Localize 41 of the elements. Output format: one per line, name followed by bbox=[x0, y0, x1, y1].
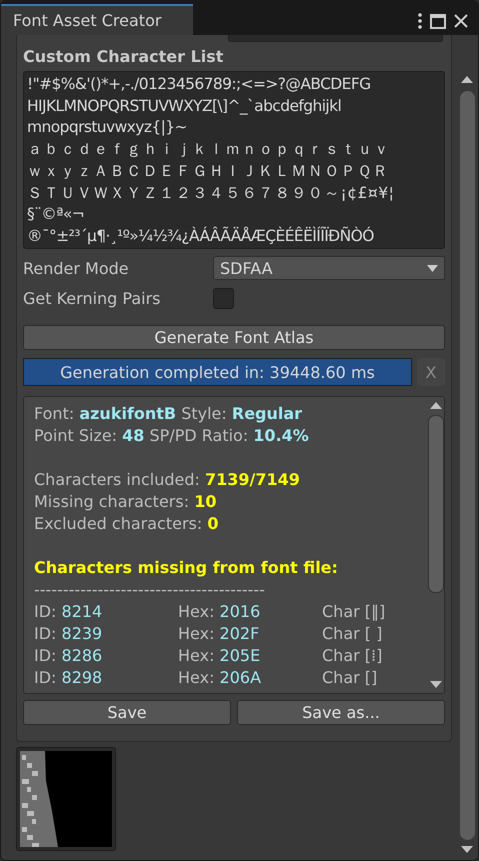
progress-text: Generation completed in: 39448.60 ms bbox=[60, 362, 375, 382]
scrollbar-thumb[interactable] bbox=[460, 91, 474, 840]
scroll-down-icon[interactable] bbox=[430, 681, 442, 689]
scrollbar-thumb[interactable] bbox=[428, 415, 444, 593]
character-list-field[interactable]: !"#$%&'()*+,-./0123456789:;<=>?@ABCDEFG HIJKLMNOPQRSTUVWXYZ[\]^_`abcdefghijkl mnopqrstuvwxyz{|}~ ａｂｃｄｅｆｇｈｉｊｋｌｍｎｏｐｑｒｓｔｕｖ ｗｘｙｚＡＢＣＤＥＦＧＨＩＪＫＬＭＮＯＰＱＲ ＳＴＵＶＷＸＹＺ１２３４５６７８９０～¡¢£¤¥¦ §¨©ª«¬ ®¯°±²³´µ¶·¸¹º»¼½¾¿ÀÁÂÃÄÅÆÇÈÉÊËÌÍÎÏÐÑÒÓ bbox=[23, 71, 445, 249]
kerning-checkbox[interactable] bbox=[213, 288, 234, 308]
maximize-icon[interactable] bbox=[430, 14, 446, 28]
generate-button[interactable]: Generate Font Atlas bbox=[23, 325, 445, 350]
save-button[interactable]: Save bbox=[23, 700, 231, 725]
report-line: Missing characters: 10 bbox=[34, 492, 216, 511]
id-text: ID: 8298 bbox=[34, 667, 104, 689]
report-line: Characters included: 7139/7149 bbox=[34, 470, 300, 489]
more-icon[interactable] bbox=[418, 13, 422, 29]
section-label: Custom Character List bbox=[23, 47, 224, 67]
char-text: Char [‖] bbox=[322, 601, 386, 623]
field-label: Render Mode bbox=[23, 258, 130, 278]
id-text: ID: 8214 bbox=[34, 601, 104, 623]
report-line: Point Size: 48 SP/PD Ratio: 10.4% bbox=[34, 426, 309, 445]
char-text: Char [⁞] bbox=[322, 645, 384, 667]
report-line: Characters missing from font file: bbox=[34, 558, 338, 577]
render-mode-dropdown[interactable]: SDFAA bbox=[213, 256, 445, 280]
report-line: ---------------------------------------- bbox=[34, 580, 265, 599]
field-label: Get Kerning Pairs bbox=[23, 288, 162, 308]
dropdown-caret-icon bbox=[427, 264, 438, 272]
scroll-up-icon[interactable] bbox=[430, 401, 442, 409]
hex-text: Hex: 2016 bbox=[178, 601, 262, 623]
id-text: ID: 8239 bbox=[34, 623, 104, 645]
report-line: Excluded characters: 0 bbox=[34, 514, 218, 533]
report-line: Font: azukifontB Style: Regular bbox=[34, 404, 302, 423]
hex-text: Hex: 202F bbox=[178, 623, 260, 645]
char-text: Char [⁪] bbox=[322, 667, 378, 689]
char-text: Char [ ] bbox=[322, 623, 384, 645]
save-button[interactable]: Save as... bbox=[237, 700, 445, 725]
scroll-up-icon[interactable] bbox=[461, 75, 473, 83]
hex-text: Hex: 206A bbox=[178, 667, 262, 689]
hex-text: Hex: 205E bbox=[178, 645, 262, 667]
id-text: ID: 8286 bbox=[34, 645, 104, 667]
font-asset-field[interactable] bbox=[228, 35, 443, 42]
close-icon[interactable] bbox=[454, 14, 468, 28]
scroll-down-icon[interactable] bbox=[461, 846, 473, 854]
window-tab[interactable]: Font Asset Creator bbox=[1, 4, 193, 35]
